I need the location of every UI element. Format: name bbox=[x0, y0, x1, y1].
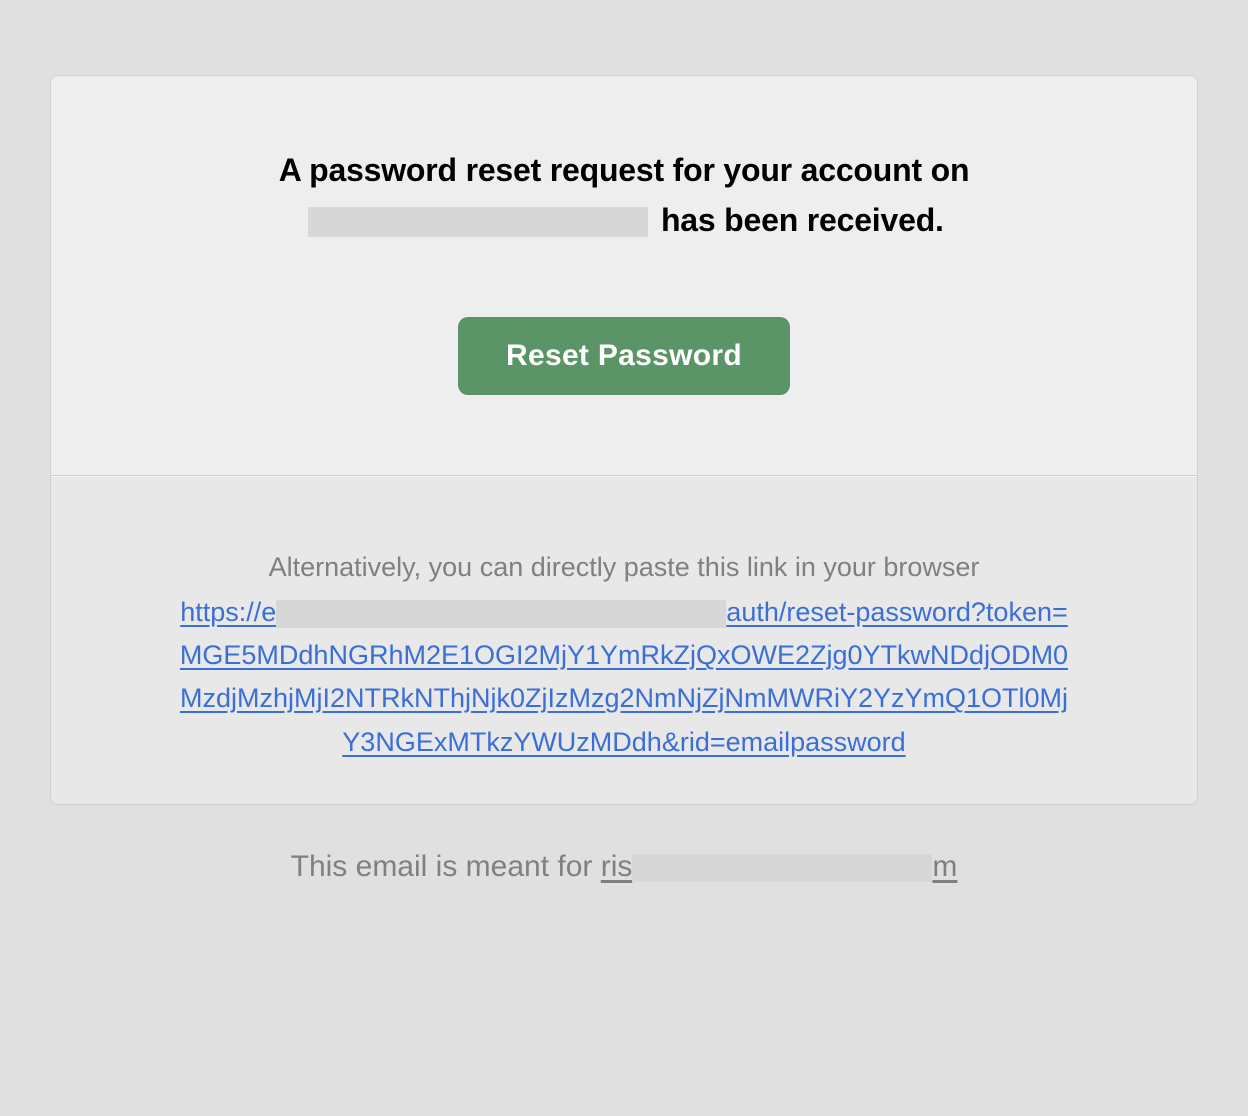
reset-link-wrapper: https://eauth/reset-password?token=MGE5M… bbox=[171, 591, 1077, 764]
redacted-site-name bbox=[308, 207, 648, 237]
redacted-domain bbox=[276, 600, 726, 628]
email-card: A password reset request for your accoun… bbox=[50, 75, 1198, 805]
alternative-label: Alternatively, you can directly paste th… bbox=[171, 547, 1077, 589]
footer-prefix: This email is meant for bbox=[291, 850, 601, 883]
bottom-section: Alternatively, you can directly paste th… bbox=[51, 476, 1197, 804]
redacted-email-middle bbox=[632, 854, 932, 882]
link-prefix: https://e bbox=[180, 597, 276, 627]
reset-password-button[interactable]: Reset Password bbox=[458, 317, 790, 395]
headline-prefix: A password reset request for your accoun… bbox=[279, 152, 970, 188]
reset-link[interactable]: https://eauth/reset-password?token=MGE5M… bbox=[180, 597, 1068, 757]
email-prefix: ris bbox=[601, 850, 633, 883]
headline: A password reset request for your accoun… bbox=[171, 146, 1077, 245]
recipient-email: ris m bbox=[601, 850, 958, 883]
top-section: A password reset request for your accoun… bbox=[51, 76, 1197, 476]
headline-suffix: has been received. bbox=[661, 202, 944, 238]
email-suffix: m bbox=[932, 850, 957, 883]
footer: This email is meant for ris m bbox=[50, 850, 1198, 884]
